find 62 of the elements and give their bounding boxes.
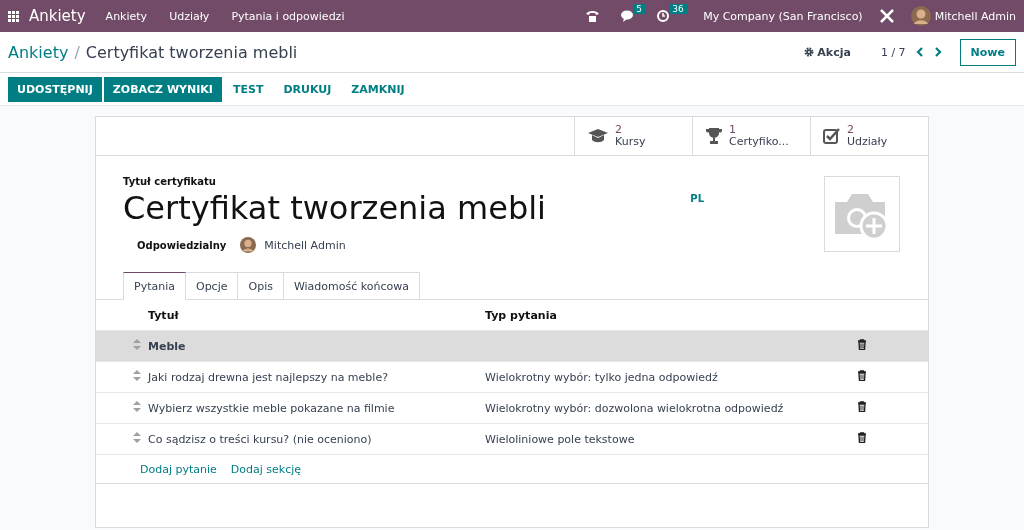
trash-icon[interactable] (857, 370, 867, 381)
menu-item[interactable]: Ankiety (105, 9, 148, 23)
user-name[interactable]: Mitchell Admin (934, 9, 1016, 23)
menu-item[interactable]: Udziały (169, 9, 210, 23)
gear-icon[interactable] (804, 47, 815, 57)
stat-button[interactable]: 2 Kursy (574, 117, 692, 155)
phone-icon[interactable] (586, 10, 600, 22)
pager-value: 1 / 7 (880, 45, 906, 59)
tab[interactable]: Wiadomość końcowa (283, 272, 420, 300)
question-type: Wielokrotny wybór: dozwolona wielokrotna odpowiedź (485, 401, 784, 415)
drag-handle-icon[interactable] (133, 401, 141, 412)
question-title: Wybierz wszystkie meble pokazane na filmie (147, 392, 484, 424)
action-button[interactable]: TEST (223, 76, 273, 102)
message-count-badge: 5 (633, 4, 645, 14)
responsible-field[interactable]: Mitchell Admin (264, 238, 346, 252)
new-button[interactable]: Nowe (959, 38, 1016, 66)
question-type: Wieloliniowe pole tekstowe (485, 432, 635, 446)
graduation-cap-icon (587, 128, 609, 144)
action-menu[interactable]: Akcja (817, 45, 851, 59)
app-title[interactable]: Ankiety (29, 7, 86, 25)
menu-item[interactable]: Pytania i odpowiedzi (231, 9, 345, 23)
trophy-icon (705, 127, 723, 145)
field-label: Odpowiedzialny (137, 239, 227, 251)
trash-icon[interactable] (857, 339, 867, 350)
previous-icon[interactable] (915, 47, 924, 57)
avatar-icon (910, 6, 931, 26)
next-icon[interactable] (933, 47, 942, 57)
breadcrumb-link[interactable]: Ankiety (8, 42, 69, 62)
tab[interactable]: Opis (238, 272, 284, 300)
column-header: Tytuł (147, 299, 484, 331)
avatar-icon (240, 237, 257, 253)
clock-icon[interactable] (657, 10, 670, 22)
column-header: Typ pytania (484, 299, 856, 331)
stat-button[interactable]: 1 Certyfiko... (692, 117, 810, 155)
tab[interactable]: Opcje (185, 272, 239, 300)
drag-handle-icon[interactable] (133, 339, 141, 350)
question-type: Wielokrotny wybór: tylko jedna odpowiedź (485, 370, 718, 384)
add-link[interactable]: Dodaj pytanie (140, 462, 217, 476)
breadcrumb-separator: / (74, 42, 80, 62)
tab[interactable]: Pytania (123, 272, 186, 300)
checkbox-icon (823, 127, 841, 145)
action-button[interactable]: UDOSTĘPNIJ (8, 76, 102, 102)
title-field[interactable]: Certyfikat tworzenia mebli (123, 189, 691, 227)
question-title: Co sądzisz o treści kursu? (nie oceniono) (147, 423, 484, 454)
question-title: Jaki rodzaj drewna jest najlepszy na meble? (147, 361, 484, 393)
apps-menu-icon[interactable] (8, 10, 19, 22)
section-title: Meble (147, 330, 484, 362)
action-button[interactable]: ZAMKNIJ (342, 76, 414, 102)
record-title: Certyfikat tworzenia mebli (85, 42, 298, 62)
language-button[interactable]: PL (690, 193, 704, 253)
field-label: Tytuł certyfikatu (123, 176, 217, 187)
stat-button[interactable]: 2 Udziały (810, 117, 928, 155)
add-link[interactable]: Dodaj sekcję (230, 462, 302, 476)
chat-icon[interactable] (621, 10, 636, 22)
action-button[interactable]: ZOBACZ WYNIKI (103, 76, 222, 102)
drag-handle-icon[interactable] (133, 370, 141, 381)
trash-icon[interactable] (857, 401, 867, 412)
trash-icon[interactable] (857, 432, 867, 443)
action-button[interactable]: DRUKUJ (274, 76, 341, 102)
drag-handle-icon[interactable] (133, 432, 141, 443)
company-switcher[interactable]: My Company (San Francisco) (703, 9, 863, 23)
activity-count-badge: 36 (669, 4, 687, 14)
